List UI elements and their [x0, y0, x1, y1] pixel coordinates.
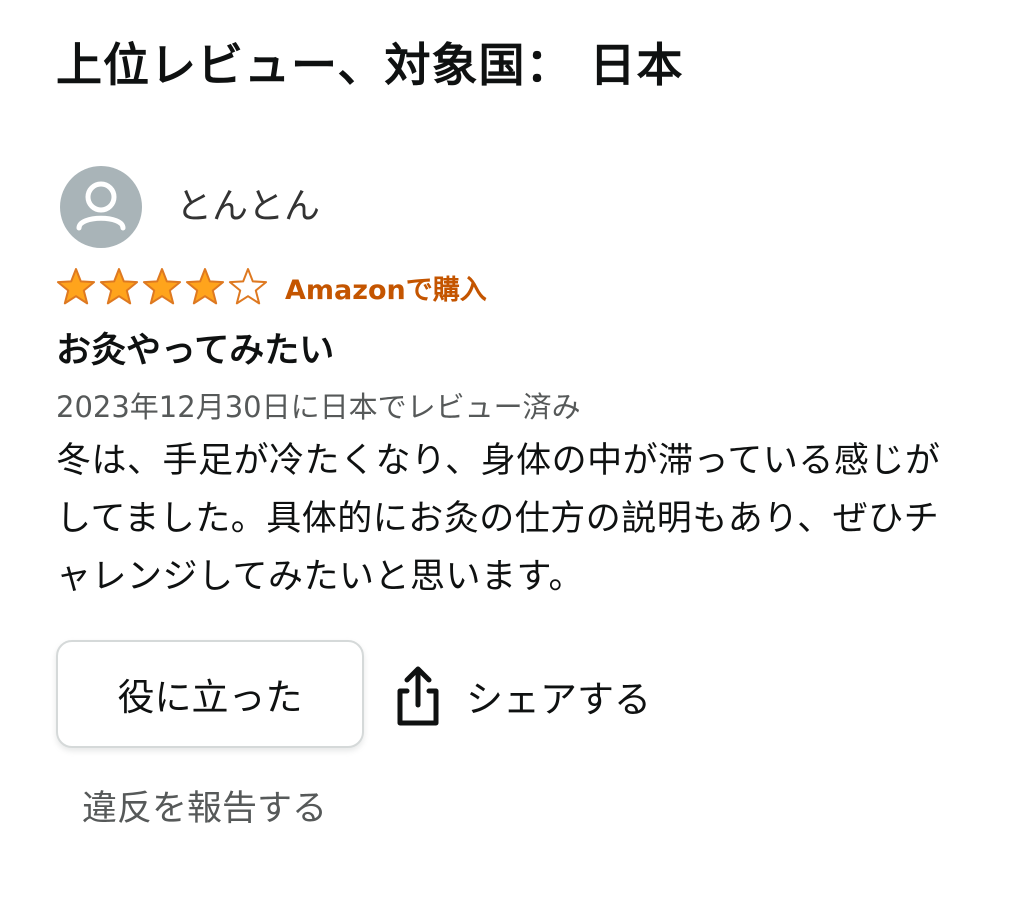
review-body: 冬は、手足が冷たくなり、身体の中が滞っている感じがしてました。具体的にお灸の仕方…	[56, 441, 941, 597]
avatar	[60, 166, 142, 248]
review-title: お灸やってみたい	[56, 331, 335, 371]
rating-row: Amazonで購入	[56, 264, 487, 310]
verified-purchase-badge: Amazonで購入	[285, 274, 487, 306]
helpful-button[interactable]: 役に立った	[56, 640, 364, 748]
star-rating[interactable]	[56, 267, 271, 307]
star-filled-icon	[185, 268, 225, 305]
report-abuse-link[interactable]: 違反を報告する	[82, 784, 327, 834]
share-button[interactable]: シェアする	[392, 660, 651, 732]
star-filled-icon	[142, 268, 182, 305]
reviewer-name: とんとん	[176, 186, 321, 227]
reviewer-profile[interactable]: とんとん	[60, 166, 320, 248]
review-date: 2023年12月30日に日本でレビュー済み	[56, 390, 581, 424]
star-filled-icon	[99, 268, 139, 305]
share-icon	[397, 666, 439, 726]
page-title: 上位レビュー、対象国： 日本	[56, 38, 684, 92]
share-label: シェアする	[466, 678, 651, 721]
star-filled-icon	[56, 268, 96, 305]
star-empty-icon	[228, 268, 268, 305]
default-user-avatar-icon	[76, 181, 126, 231]
